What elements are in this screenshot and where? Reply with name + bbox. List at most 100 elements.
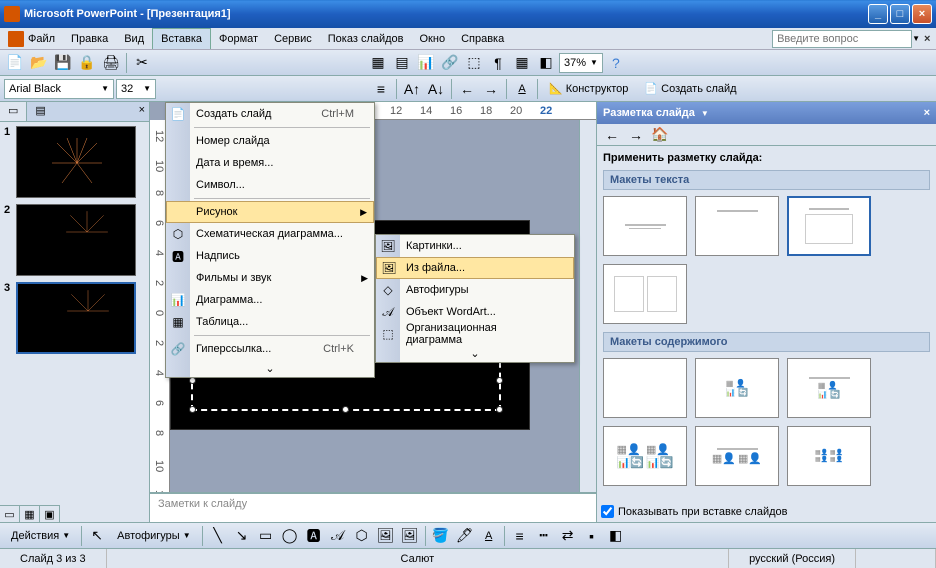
sorter-view-button[interactable]: ▦ bbox=[20, 506, 40, 522]
menu-table[interactable]: ▦Таблица... bbox=[166, 311, 374, 333]
grid-icon[interactable]: ▦ bbox=[511, 52, 533, 74]
chart-icon[interactable]: 📊 bbox=[415, 52, 437, 74]
menu-tools[interactable]: Сервис bbox=[266, 28, 320, 49]
panel-close-button[interactable]: × bbox=[135, 102, 149, 121]
submenu-wordart[interactable]: 𝒜Объект WordArt... bbox=[376, 301, 574, 323]
layout-title-two-content[interactable]: ▦👤▦👤 bbox=[695, 426, 779, 486]
help-dropdown-icon[interactable]: ▼ bbox=[912, 34, 920, 43]
status-language[interactable]: русский (Россия) bbox=[729, 549, 856, 568]
color-grayscale-icon[interactable]: ◧ bbox=[535, 52, 557, 74]
clipart-icon[interactable]: 🖼 bbox=[375, 525, 397, 547]
maximize-button[interactable]: □ bbox=[890, 4, 910, 24]
help-icon[interactable]: ? bbox=[605, 52, 627, 74]
new-slide-button[interactable]: 📄Создать слайд bbox=[637, 78, 743, 100]
line-icon[interactable]: ╲ bbox=[207, 525, 229, 547]
decrease-indent-icon[interactable]: ← bbox=[456, 78, 478, 100]
forward-icon[interactable]: → bbox=[625, 124, 647, 146]
menu-file[interactable]: Файл bbox=[20, 28, 63, 49]
font-color-icon[interactable]: A bbox=[511, 78, 533, 100]
save-icon[interactable]: 💾 bbox=[52, 52, 74, 74]
open-icon[interactable]: 📂 bbox=[28, 52, 50, 74]
home-icon[interactable]: 🏠 bbox=[649, 124, 671, 146]
layout-two-content[interactable]: ▦👤📊🔄▦👤📊🔄 bbox=[603, 426, 687, 486]
normal-view-button[interactable]: ▭ bbox=[0, 506, 20, 522]
font-combo[interactable]: Arial Black▼ bbox=[4, 79, 114, 99]
diagram-icon[interactable]: ⬡ bbox=[351, 525, 373, 547]
menu-slideshow[interactable]: Показ слайдов bbox=[320, 28, 412, 49]
menu-textbox[interactable]: 🅰Надпись bbox=[166, 245, 374, 267]
permission-icon[interactable]: 🔒 bbox=[76, 52, 98, 74]
layout-title[interactable] bbox=[603, 196, 687, 256]
arrow-style-icon[interactable]: ⇄ bbox=[557, 525, 579, 547]
design-button[interactable]: 📐Конструктор bbox=[542, 78, 635, 100]
table-icon[interactable]: ▦ bbox=[367, 52, 389, 74]
tables-borders-icon[interactable]: ▤ bbox=[391, 52, 413, 74]
menu-hyperlink[interactable]: 🔗Гиперссылка...Ctrl+K bbox=[166, 338, 374, 360]
submenu-expand-button[interactable]: ⌄ bbox=[376, 345, 574, 362]
layout-four-content[interactable]: ▦👤 ▦👤▦👤 ▦👤 bbox=[787, 426, 871, 486]
hyperlink-icon[interactable]: 🔗 bbox=[439, 52, 461, 74]
slide-thumb-1[interactable] bbox=[16, 126, 136, 198]
rectangle-icon[interactable]: ▭ bbox=[255, 525, 277, 547]
submenu-orgchart[interactable]: ⬚Организационная диаграмма bbox=[376, 323, 574, 345]
menu-insert[interactable]: Вставка bbox=[152, 28, 211, 49]
menu-picture[interactable]: Рисунок▶ bbox=[166, 201, 374, 223]
slide-thumb-2[interactable] bbox=[16, 204, 136, 276]
menu-expand-button[interactable]: ⌄ bbox=[166, 360, 374, 377]
dash-style-icon[interactable]: ┅ bbox=[533, 525, 555, 547]
menu-slide-number[interactable]: Номер слайда bbox=[166, 130, 374, 152]
show-on-insert-checkbox[interactable]: Показывать при вставке слайдов bbox=[597, 501, 936, 522]
layout-title-content[interactable]: ▦ 👤📊 🔄 bbox=[787, 358, 871, 418]
vertical-scrollbar[interactable] bbox=[579, 120, 596, 504]
increase-font-icon[interactable]: A↑ bbox=[401, 78, 423, 100]
document-icon[interactable] bbox=[8, 31, 24, 47]
expand-icon[interactable]: ⬚ bbox=[463, 52, 485, 74]
submenu-from-file[interactable]: 🖼Из файла... bbox=[376, 257, 574, 279]
actions-button[interactable]: Действия▼ bbox=[4, 525, 77, 547]
menu-date-time[interactable]: Дата и время... bbox=[166, 152, 374, 174]
cut-icon[interactable]: ✂ bbox=[131, 52, 153, 74]
taskpane-dropdown-icon[interactable]: ▼ bbox=[701, 109, 709, 118]
show-on-insert-check[interactable] bbox=[601, 505, 614, 518]
layout-two-column-text[interactable] bbox=[603, 264, 687, 324]
menu-format[interactable]: Формат bbox=[211, 28, 266, 49]
close-button[interactable]: × bbox=[912, 4, 932, 24]
layout-title-only[interactable] bbox=[695, 196, 779, 256]
new-icon[interactable]: 📄 bbox=[4, 52, 26, 74]
fill-color-icon[interactable]: 🪣 bbox=[430, 525, 452, 547]
outline-tab[interactable]: ▭ bbox=[0, 102, 27, 121]
menu-window[interactable]: Окно bbox=[412, 28, 454, 49]
submenu-autoshapes[interactable]: ◇Автофигуры bbox=[376, 279, 574, 301]
menu-symbol[interactable]: Символ... bbox=[166, 174, 374, 196]
minimize-button[interactable]: _ bbox=[868, 4, 888, 24]
menu-movies-sound[interactable]: Фильмы и звук▶ bbox=[166, 267, 374, 289]
picture-icon[interactable]: 🖼 bbox=[399, 525, 421, 547]
help-search-input[interactable] bbox=[772, 30, 912, 48]
align-right-icon[interactable]: ≡ bbox=[370, 78, 392, 100]
menu-diagram[interactable]: ⬡Схематическая диаграмма... bbox=[166, 223, 374, 245]
arrow-icon[interactable]: ↘ bbox=[231, 525, 253, 547]
show-formatting-icon[interactable]: ¶ bbox=[487, 52, 509, 74]
layout-title-text[interactable] bbox=[787, 196, 871, 256]
slides-tab[interactable]: ▤ bbox=[27, 102, 53, 121]
increase-indent-icon[interactable]: → bbox=[480, 78, 502, 100]
wordart-icon[interactable]: 𝒜 bbox=[327, 525, 349, 547]
zoom-combo[interactable]: 37%▼ bbox=[559, 53, 603, 73]
layout-blank[interactable] bbox=[603, 358, 687, 418]
back-icon[interactable]: ← bbox=[601, 124, 623, 146]
menu-help[interactable]: Справка bbox=[453, 28, 512, 49]
textbox-icon[interactable]: 🅰 bbox=[303, 525, 325, 547]
print-icon[interactable]: 🖨 bbox=[100, 52, 122, 74]
menu-edit[interactable]: Правка bbox=[63, 28, 116, 49]
line-style-icon[interactable]: ≡ bbox=[509, 525, 531, 547]
slideshow-view-button[interactable]: ▣ bbox=[40, 506, 60, 522]
notes-pane[interactable]: Заметки к слайду bbox=[150, 492, 596, 522]
layout-content[interactable]: ▦ 👤📊 🔄 bbox=[695, 358, 779, 418]
font-color-icon[interactable]: A bbox=[478, 525, 500, 547]
oval-icon[interactable]: ◯ bbox=[279, 525, 301, 547]
decrease-font-icon[interactable]: A↓ bbox=[425, 78, 447, 100]
select-icon[interactable]: ↖ bbox=[86, 525, 108, 547]
autoshapes-button[interactable]: Автофигуры▼ bbox=[110, 525, 198, 547]
shadow-icon[interactable]: ▪ bbox=[581, 525, 603, 547]
submenu-clipart[interactable]: 🖼Картинки... bbox=[376, 235, 574, 257]
